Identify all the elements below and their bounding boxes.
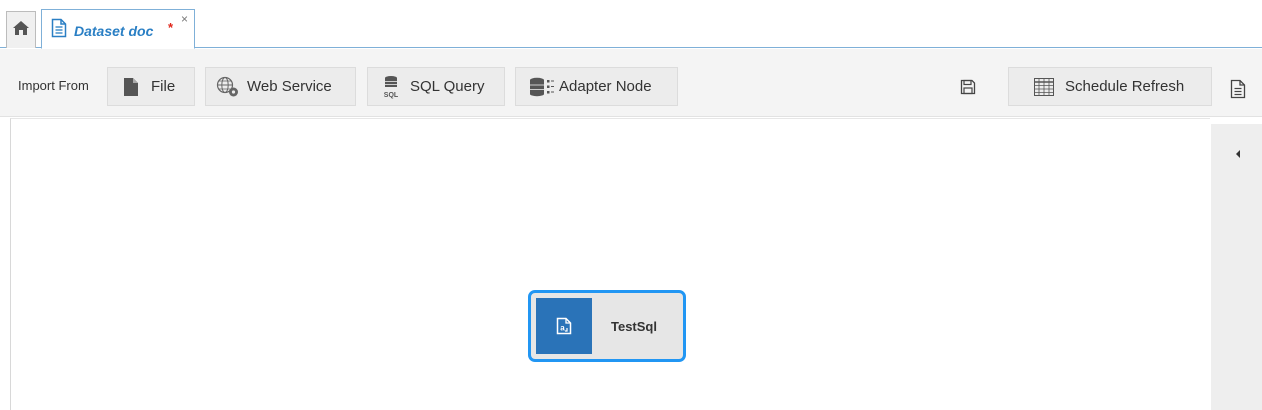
import-adapter-node-button[interactable]: Adapter Node — [515, 67, 678, 106]
import-adapter-node-label: Adapter Node — [559, 78, 652, 95]
home-tab[interactable] — [6, 11, 36, 48]
svg-text:a: a — [560, 324, 565, 333]
tab-dataset-doc[interactable]: Dataset doc * × — [41, 9, 195, 49]
import-file-label: File — [151, 78, 176, 95]
import-web-service-label: Web Service — [247, 78, 332, 95]
side-panel — [1211, 124, 1262, 410]
import-file-button[interactable]: File — [107, 67, 195, 106]
web-service-icon — [215, 76, 241, 98]
node-label: TestSql — [611, 319, 657, 334]
dataset-node[interactable]: a TestSql — [528, 290, 686, 362]
svg-text:SQL: SQL — [384, 92, 399, 99]
document-icon[interactable] — [1230, 79, 1246, 104]
tab-strip: Dataset doc * × — [0, 0, 1262, 49]
import-from-label: Import From — [18, 78, 89, 93]
schedule-refresh-button[interactable]: Schedule Refresh — [1008, 67, 1212, 106]
close-icon[interactable]: × — [181, 12, 188, 26]
import-sql-query-button[interactable]: SQL SQL Query — [367, 67, 505, 106]
toolbar: Import From File Web Service SQL SQL Que… — [0, 49, 1262, 117]
sql-database-icon: SQL — [380, 75, 402, 99]
dataset-canvas[interactable] — [10, 118, 1210, 410]
tab-title: Dataset doc — [74, 23, 154, 39]
table-grid-icon — [1033, 77, 1055, 96]
import-web-service-button[interactable]: Web Service — [205, 67, 356, 106]
file-icon — [121, 77, 141, 97]
sql-node-icon: a — [536, 298, 592, 354]
modified-indicator: * — [168, 20, 174, 35]
save-icon[interactable] — [960, 79, 976, 100]
import-sql-query-label: SQL Query — [410, 78, 485, 95]
adapter-node-icon — [528, 77, 558, 97]
caret-left-icon[interactable] — [1235, 146, 1241, 164]
document-icon — [51, 18, 67, 43]
schedule-refresh-label: Schedule Refresh — [1065, 78, 1185, 95]
home-icon — [12, 20, 30, 41]
